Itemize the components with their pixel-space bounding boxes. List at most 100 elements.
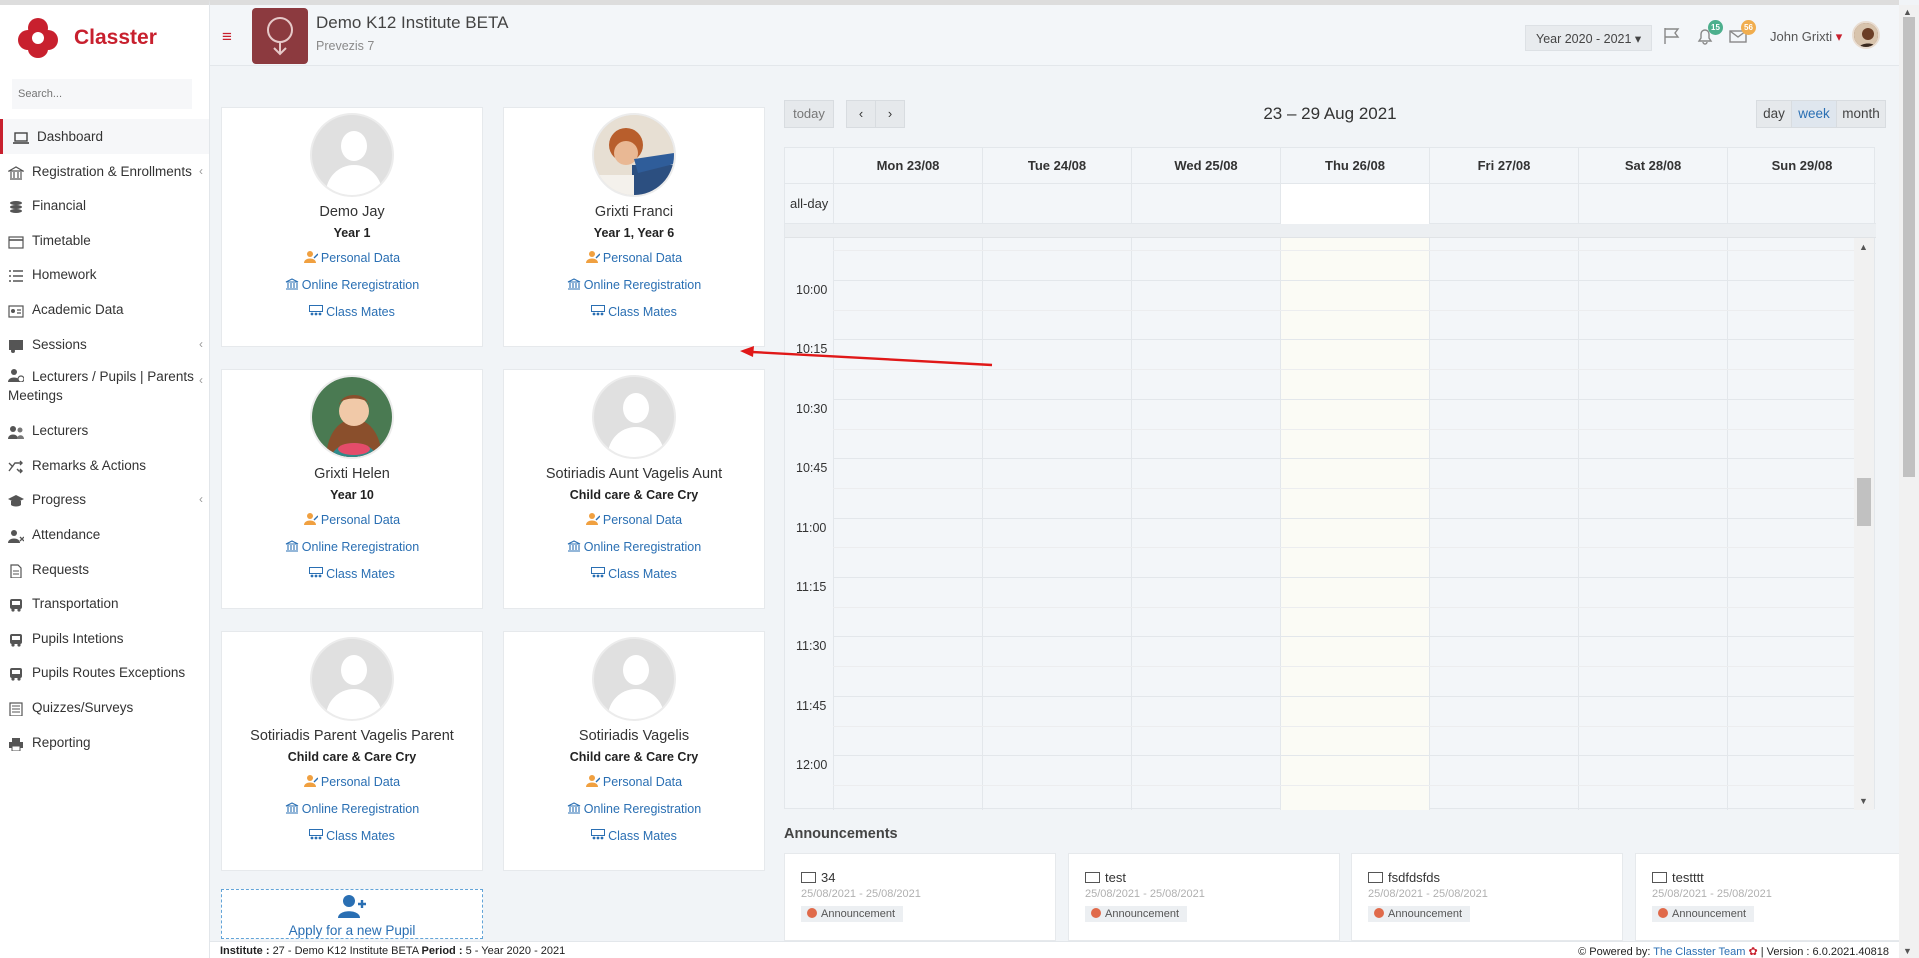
day-column[interactable] (1429, 238, 1578, 810)
sidebar-item-attendance[interactable]: Attendance (0, 517, 209, 552)
class-mates-label: Class Mates (326, 829, 395, 843)
day-column[interactable] (1727, 238, 1855, 810)
footer-period-value: 5 - Year 2020 - 2021 (465, 945, 566, 957)
announcement-card[interactable]: testttt 25/08/2021 - 25/08/2021 Announceme… (1635, 853, 1907, 941)
announcement-card[interactable]: test 25/08/2021 - 25/08/2021 Announcement (1068, 853, 1340, 941)
class-mates-link[interactable]: Class Mates (504, 305, 764, 319)
class-mates-link[interactable]: Class Mates (222, 829, 482, 843)
all-day-cell[interactable] (1280, 184, 1429, 224)
printer-icon (9, 737, 23, 751)
class-mates-link[interactable]: Class Mates (222, 567, 482, 581)
pupil-card: Grixti Franci Year 1, Year 6 Personal Data… (503, 107, 765, 347)
all-day-cell[interactable] (1578, 184, 1727, 224)
day-column[interactable] (833, 238, 982, 810)
sidebar-item-sessions[interactable]: Sessions ‹ (0, 327, 209, 362)
user-edit-icon (303, 251, 318, 263)
search-input[interactable] (12, 79, 192, 109)
today-button[interactable]: today (784, 100, 834, 128)
sidebar-item-label: Timetable (32, 232, 91, 248)
sidebar-item-registration-enrollments[interactable]: Registration & Enrollments ‹ (0, 154, 209, 189)
messages-badge: 56 (1741, 20, 1756, 35)
online-reregistration-link[interactable]: Online Reregistration (504, 278, 764, 292)
class-mates-link[interactable]: Class Mates (504, 567, 764, 581)
personal-data-link[interactable]: Personal Data (504, 251, 764, 265)
online-reregistration-link[interactable]: Online Reregistration (222, 802, 482, 816)
all-day-row[interactable]: all-day (785, 184, 1876, 224)
footer-info: Institute : 27 - Demo K12 Institute BETA… (220, 945, 565, 957)
classmates-icon (591, 305, 606, 316)
sidebar-item-reporting[interactable]: Reporting (0, 725, 209, 760)
chevron-left-icon: ‹ (199, 373, 203, 388)
view-day-button[interactable]: day (1756, 100, 1792, 128)
online-reregistration-link[interactable]: Online Reregistration (222, 278, 482, 292)
personal-data-link[interactable]: Personal Data (222, 251, 482, 265)
class-mates-link[interactable]: Class Mates (504, 829, 764, 843)
menu-toggle-icon[interactable]: ≡ (222, 27, 232, 47)
year-select[interactable]: Year 2020 - 2021 ▾ (1525, 25, 1653, 51)
announcement-tag-label: Announcement (1388, 908, 1462, 920)
personal-data-link[interactable]: Personal Data (504, 775, 764, 789)
sidebar-item-financial[interactable]: Financial (0, 188, 209, 223)
page-scroll-up-icon[interactable]: ▲ (1903, 7, 1912, 17)
page-scroll-thumb[interactable] (1903, 17, 1915, 477)
sidebar-item-academic-data[interactable]: Academic Data (0, 292, 209, 327)
day-column[interactable] (1578, 238, 1727, 810)
sidebar-item-dashboard[interactable]: Dashboard (0, 119, 209, 154)
bell-icon[interactable]: 15 (1695, 20, 1723, 45)
classter-team-link[interactable]: The Classter Team (1653, 946, 1745, 958)
sidebar-item-timetable[interactable]: Timetable (0, 223, 209, 258)
all-day-cell[interactable] (982, 184, 1131, 224)
institution-icon (285, 540, 299, 552)
sidebar-item-transportation[interactable]: Transportation (0, 586, 209, 621)
user-menu[interactable]: John Grixti ▾ (1770, 29, 1842, 45)
all-day-cell[interactable] (1727, 184, 1876, 224)
page-scrollbar[interactable]: ▲ ▼ (1899, 5, 1919, 958)
day-column[interactable] (982, 238, 1131, 810)
sidebar-item-lecturers-pupils-parents-meetings[interactable]: Lecturers / Pupils | Parents Meetings ‹ (0, 361, 209, 413)
sidebar-item-pupils-intetions[interactable]: Pupils Intetions (0, 621, 209, 656)
coins-icon (10, 201, 22, 214)
calendar-scrollbar[interactable]: ▲ ▼ (1854, 238, 1874, 810)
online-reregistration-link[interactable]: Online Reregistration (504, 802, 764, 816)
brand[interactable]: Classter (0, 5, 209, 71)
personal-data-link[interactable]: Personal Data (222, 775, 482, 789)
day-column[interactable] (1280, 238, 1429, 810)
user-avatar[interactable] (1852, 21, 1880, 49)
day-column[interactable] (1131, 238, 1280, 810)
sidebar-item-requests[interactable]: Requests (0, 552, 209, 587)
all-day-cell[interactable] (1131, 184, 1280, 224)
next-week-button[interactable]: › (875, 100, 905, 128)
calendar-scroll-thumb[interactable] (1857, 478, 1871, 526)
sidebar-item-quizzes-surveys[interactable]: Quizzes/Surveys (0, 690, 209, 725)
prev-week-button[interactable]: ‹ (846, 100, 876, 128)
announcements-title: Announcements (784, 826, 898, 842)
page-scroll-down-icon[interactable]: ▼ (1903, 946, 1912, 956)
sidebar-item-label: Financial (32, 198, 87, 214)
online-reregistration-link[interactable]: Online Reregistration (504, 540, 764, 554)
apply-new-pupil-button[interactable]: Apply for a new Pupil (221, 889, 483, 939)
all-day-cell[interactable] (1429, 184, 1578, 224)
sidebar-item-pupils-routes-exceptions[interactable]: Pupils Routes Exceptions (0, 655, 209, 690)
envelope-icon[interactable]: 56 (1728, 20, 1756, 45)
personal-data-label: Personal Data (602, 513, 683, 527)
announcement-card[interactable]: 34 25/08/2021 - 25/08/2021 Announcement (784, 853, 1056, 941)
user-edit-icon (585, 251, 600, 263)
sidebar-item-progress[interactable]: Progress ‹ (0, 482, 209, 517)
scroll-up-icon[interactable]: ▲ (1859, 242, 1868, 252)
view-week-button[interactable]: week (1791, 100, 1837, 128)
time-grid[interactable]: 10:00 10:15 10:30 10:45 11:00 11:15 11:30 11:45… (785, 238, 1855, 810)
flag-icon[interactable] (1662, 27, 1682, 45)
scroll-down-icon[interactable]: ▼ (1859, 796, 1868, 806)
view-month-button[interactable]: month (1836, 100, 1886, 128)
sidebar-item-remarks-actions[interactable]: Remarks & Actions (0, 448, 209, 483)
all-day-cell[interactable] (833, 184, 982, 224)
announcement-card[interactable]: fsdfdsfds 25/08/2021 - 25/08/2021 Announce… (1351, 853, 1623, 941)
online-reregistration-link[interactable]: Online Reregistration (222, 540, 482, 554)
personal-data-link[interactable]: Personal Data (222, 513, 482, 527)
personal-data-link[interactable]: Personal Data (504, 513, 764, 527)
sidebar-item-homework[interactable]: Homework (0, 257, 209, 292)
sidebar-item-lecturers[interactable]: Lecturers (0, 413, 209, 448)
class-mates-link[interactable]: Class Mates (222, 305, 482, 319)
file-icon (10, 563, 22, 578)
day-header: Fri 27/08 (1429, 148, 1578, 184)
